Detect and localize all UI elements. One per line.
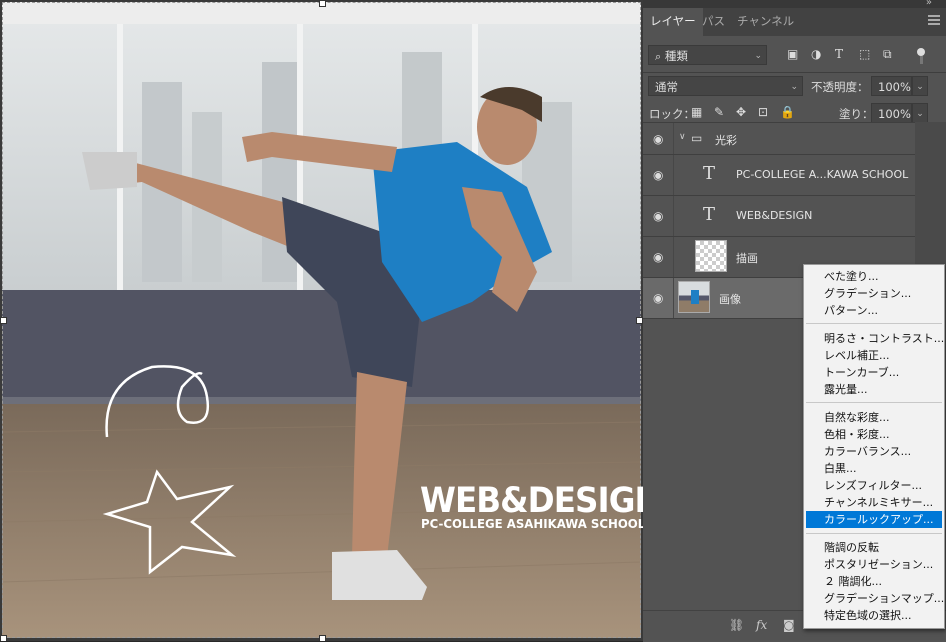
menu-item-channel-mixer[interactable]: チャンネルミキサー...: [806, 494, 942, 511]
menu-item-brightness-contrast[interactable]: 明るさ・コントラスト...: [806, 330, 944, 347]
layer-name: WEB&DESIGN: [736, 209, 813, 222]
menu-item-solid-color[interactable]: べた塗り...: [806, 268, 942, 285]
layer-text-row[interactable]: ◉ T PC-COLLEGE A...KAWA SCHOOL: [643, 154, 915, 195]
menu-item-curves[interactable]: トーンカーブ...: [806, 364, 942, 381]
filter-row: ⌕ 種類 ⌄ ▣ ◑ T ⬚ ⧉: [643, 36, 946, 74]
adjustment-filter-icon[interactable]: ◑: [811, 47, 821, 61]
tab-layers[interactable]: レイヤー: [643, 8, 703, 36]
kick-photo-image: [2, 2, 641, 638]
panel-header-bar: »: [643, 0, 946, 8]
menu-item-vibrance[interactable]: 自然な彩度...: [806, 409, 942, 426]
document-canvas[interactable]: WEB&DESIGN PC-COLLEGE ASAHIKAWA SCHOOL: [0, 0, 643, 641]
transform-handle-left[interactable]: [0, 317, 7, 324]
folder-icon: ▭: [691, 131, 703, 145]
shape-filter-icon[interactable]: ⬚: [859, 47, 870, 61]
layer-name: 光彩: [715, 134, 737, 147]
eye-icon[interactable]: ◉: [653, 132, 663, 146]
blend-row: 通常 ⌄ 不透明度： 100% ⌄: [643, 74, 946, 98]
menu-item-photo-filter[interactable]: レンズフィルター...: [806, 477, 942, 494]
chevron-down-icon: ⌄: [754, 51, 762, 61]
menu-item-gradient[interactable]: グラデーション...: [806, 285, 942, 302]
menu-item-exposure[interactable]: 露光量...: [806, 381, 942, 398]
filter-kind-select[interactable]: ⌕ 種類 ⌄: [648, 45, 767, 65]
lock-label: ロック：: [649, 107, 695, 121]
opacity-input[interactable]: 100%: [871, 76, 912, 96]
smart-object-filter-icon[interactable]: ⧉: [883, 47, 892, 62]
fill-dropdown-button[interactable]: ⌄: [912, 103, 928, 123]
menu-item-black-white[interactable]: 白黒...: [806, 460, 942, 477]
collapse-icon[interactable]: »: [926, 0, 932, 8]
transform-handle-bottom-left[interactable]: [0, 635, 7, 641]
layer-thumbnail: [678, 281, 710, 313]
tab-paths[interactable]: パス: [695, 8, 732, 36]
blend-mode-select[interactable]: 通常 ⌄: [648, 76, 803, 96]
eye-icon[interactable]: ◉: [653, 168, 663, 182]
canvas-subtitle-text: PC-COLLEGE ASAHIKAWA SCHOOL: [421, 516, 643, 531]
lock-move-icon[interactable]: ✥: [736, 105, 746, 119]
link-layers-icon[interactable]: ⛓: [729, 618, 744, 632]
filter-toggle-stem: [920, 56, 923, 64]
thumbnail-figure: [691, 290, 699, 304]
menu-separator: [806, 533, 942, 534]
menu-item-posterize[interactable]: ポスタリゼーション...: [806, 556, 942, 573]
menu-separator: [806, 402, 942, 403]
menu-item-gradient-map[interactable]: グラデーションマップ...: [806, 590, 944, 607]
menu-item-threshold[interactable]: ２ 階調化...: [806, 573, 942, 590]
fx-icon[interactable]: fx: [756, 618, 767, 632]
transform-handle-right[interactable]: [636, 317, 643, 324]
tab-channels[interactable]: チャンネル: [730, 8, 801, 36]
transform-handle-top[interactable]: [319, 0, 326, 7]
add-mask-icon[interactable]: ◙: [783, 618, 795, 632]
adjustment-context-menu: べた塗り... グラデーション... パターン... 明るさ・コントラスト...…: [803, 264, 945, 629]
eye-icon[interactable]: ◉: [653, 250, 663, 264]
menu-item-invert[interactable]: 階調の反転: [806, 539, 942, 556]
chevron-down-icon: ⌄: [790, 82, 798, 92]
chevron-down-icon[interactable]: ∨: [679, 132, 686, 142]
canvas-title-text: WEB&DESIGN: [420, 481, 643, 521]
lock-artboard-icon[interactable]: ⊡: [758, 105, 768, 119]
menu-item-color-lookup[interactable]: カラールックアップ...: [806, 511, 942, 528]
menu-separator: [806, 323, 942, 324]
type-filter-icon[interactable]: T: [835, 47, 843, 61]
panel-menu-icon[interactable]: [928, 15, 940, 27]
layer-group-row[interactable]: ◉ ∨ ▭ 光彩: [643, 122, 915, 155]
divider: [643, 72, 946, 73]
opacity-dropdown-button[interactable]: ⌄: [912, 76, 928, 96]
panel-tabs: レイヤー パス チャンネル: [643, 8, 946, 36]
lock-brush-icon[interactable]: ✎: [714, 105, 724, 119]
layer-name: 画像: [719, 293, 741, 306]
blend-mode-label: 通常: [655, 80, 678, 94]
layer-thumbnail: [695, 240, 727, 272]
menu-item-selective-color[interactable]: 特定色域の選択...: [806, 607, 942, 624]
layer-text-row[interactable]: ◉ T WEB&DESIGN: [643, 195, 915, 236]
opacity-label: 不透明度：: [811, 80, 869, 94]
text-layer-icon: T: [703, 163, 716, 184]
menu-item-pattern[interactable]: パターン...: [806, 302, 942, 319]
eye-icon[interactable]: ◉: [653, 209, 663, 223]
eye-icon[interactable]: ◉: [653, 291, 663, 305]
transform-handle-bottom[interactable]: [319, 635, 326, 641]
lock-all-icon[interactable]: 🔒: [780, 105, 795, 119]
search-icon: ⌕: [655, 50, 662, 63]
menu-item-color-balance[interactable]: カラーバランス...: [806, 443, 942, 460]
fill-label: 塗り：: [839, 107, 874, 121]
filter-toggle-icon[interactable]: [917, 48, 925, 56]
pixel-filter-icon[interactable]: ▣: [787, 47, 798, 61]
layer-name: PC-COLLEGE A...KAWA SCHOOL: [736, 168, 909, 181]
menu-item-levels[interactable]: レベル補正...: [806, 347, 942, 364]
lock-transparency-icon[interactable]: ▦: [691, 105, 702, 119]
layer-name: 描画: [736, 252, 758, 265]
fill-input[interactable]: 100%: [871, 103, 912, 123]
filter-kind-label: 種類: [664, 49, 688, 63]
menu-item-hue-saturation[interactable]: 色相・彩度...: [806, 426, 942, 443]
lock-row: ロック： ▦ ✎ ✥ ⊡ 🔒 塗り： 100% ⌄: [643, 102, 946, 124]
text-layer-icon: T: [703, 204, 716, 225]
